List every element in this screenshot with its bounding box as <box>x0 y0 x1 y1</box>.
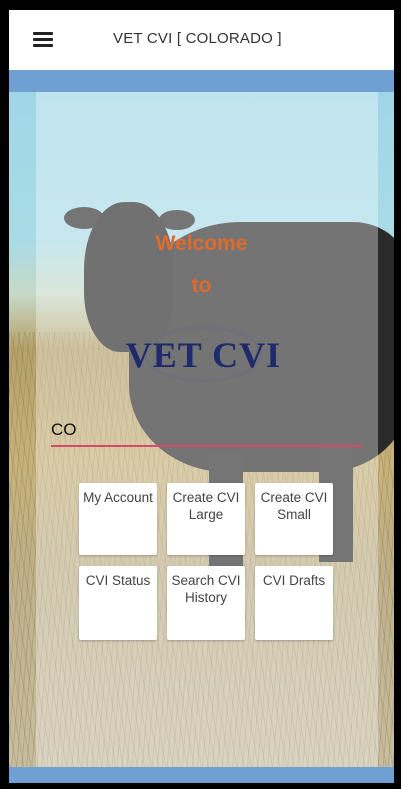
app-bar: VET CVI [ COLORADO ] <box>9 10 394 70</box>
menu-icon[interactable] <box>33 32 53 47</box>
search-cvi-history-button[interactable]: Search CVI History <box>167 566 245 640</box>
create-cvi-large-button[interactable]: Create CVI Large <box>167 483 245 555</box>
logo-text: VET CVI <box>125 335 282 375</box>
cvi-status-button[interactable]: CVI Status <box>79 566 157 640</box>
create-cvi-small-button[interactable]: Create CVI Small <box>255 483 333 555</box>
bottom-accent-band <box>9 767 394 783</box>
cvi-drafts-button[interactable]: CVI Drafts <box>255 566 333 640</box>
vet-cvi-logo: VET CVI <box>121 326 286 386</box>
state-input[interactable] <box>51 415 363 447</box>
welcome-line-2: to <box>191 274 212 297</box>
top-accent-band <box>9 70 394 92</box>
my-account-button[interactable]: My Account <box>79 483 157 555</box>
app-screen: VET CVI [ COLORADO ] Welcome to VET CVI … <box>9 10 394 783</box>
app-title: VET CVI [ COLORADO ] <box>113 30 282 47</box>
welcome-line-1: Welcome <box>155 232 248 255</box>
